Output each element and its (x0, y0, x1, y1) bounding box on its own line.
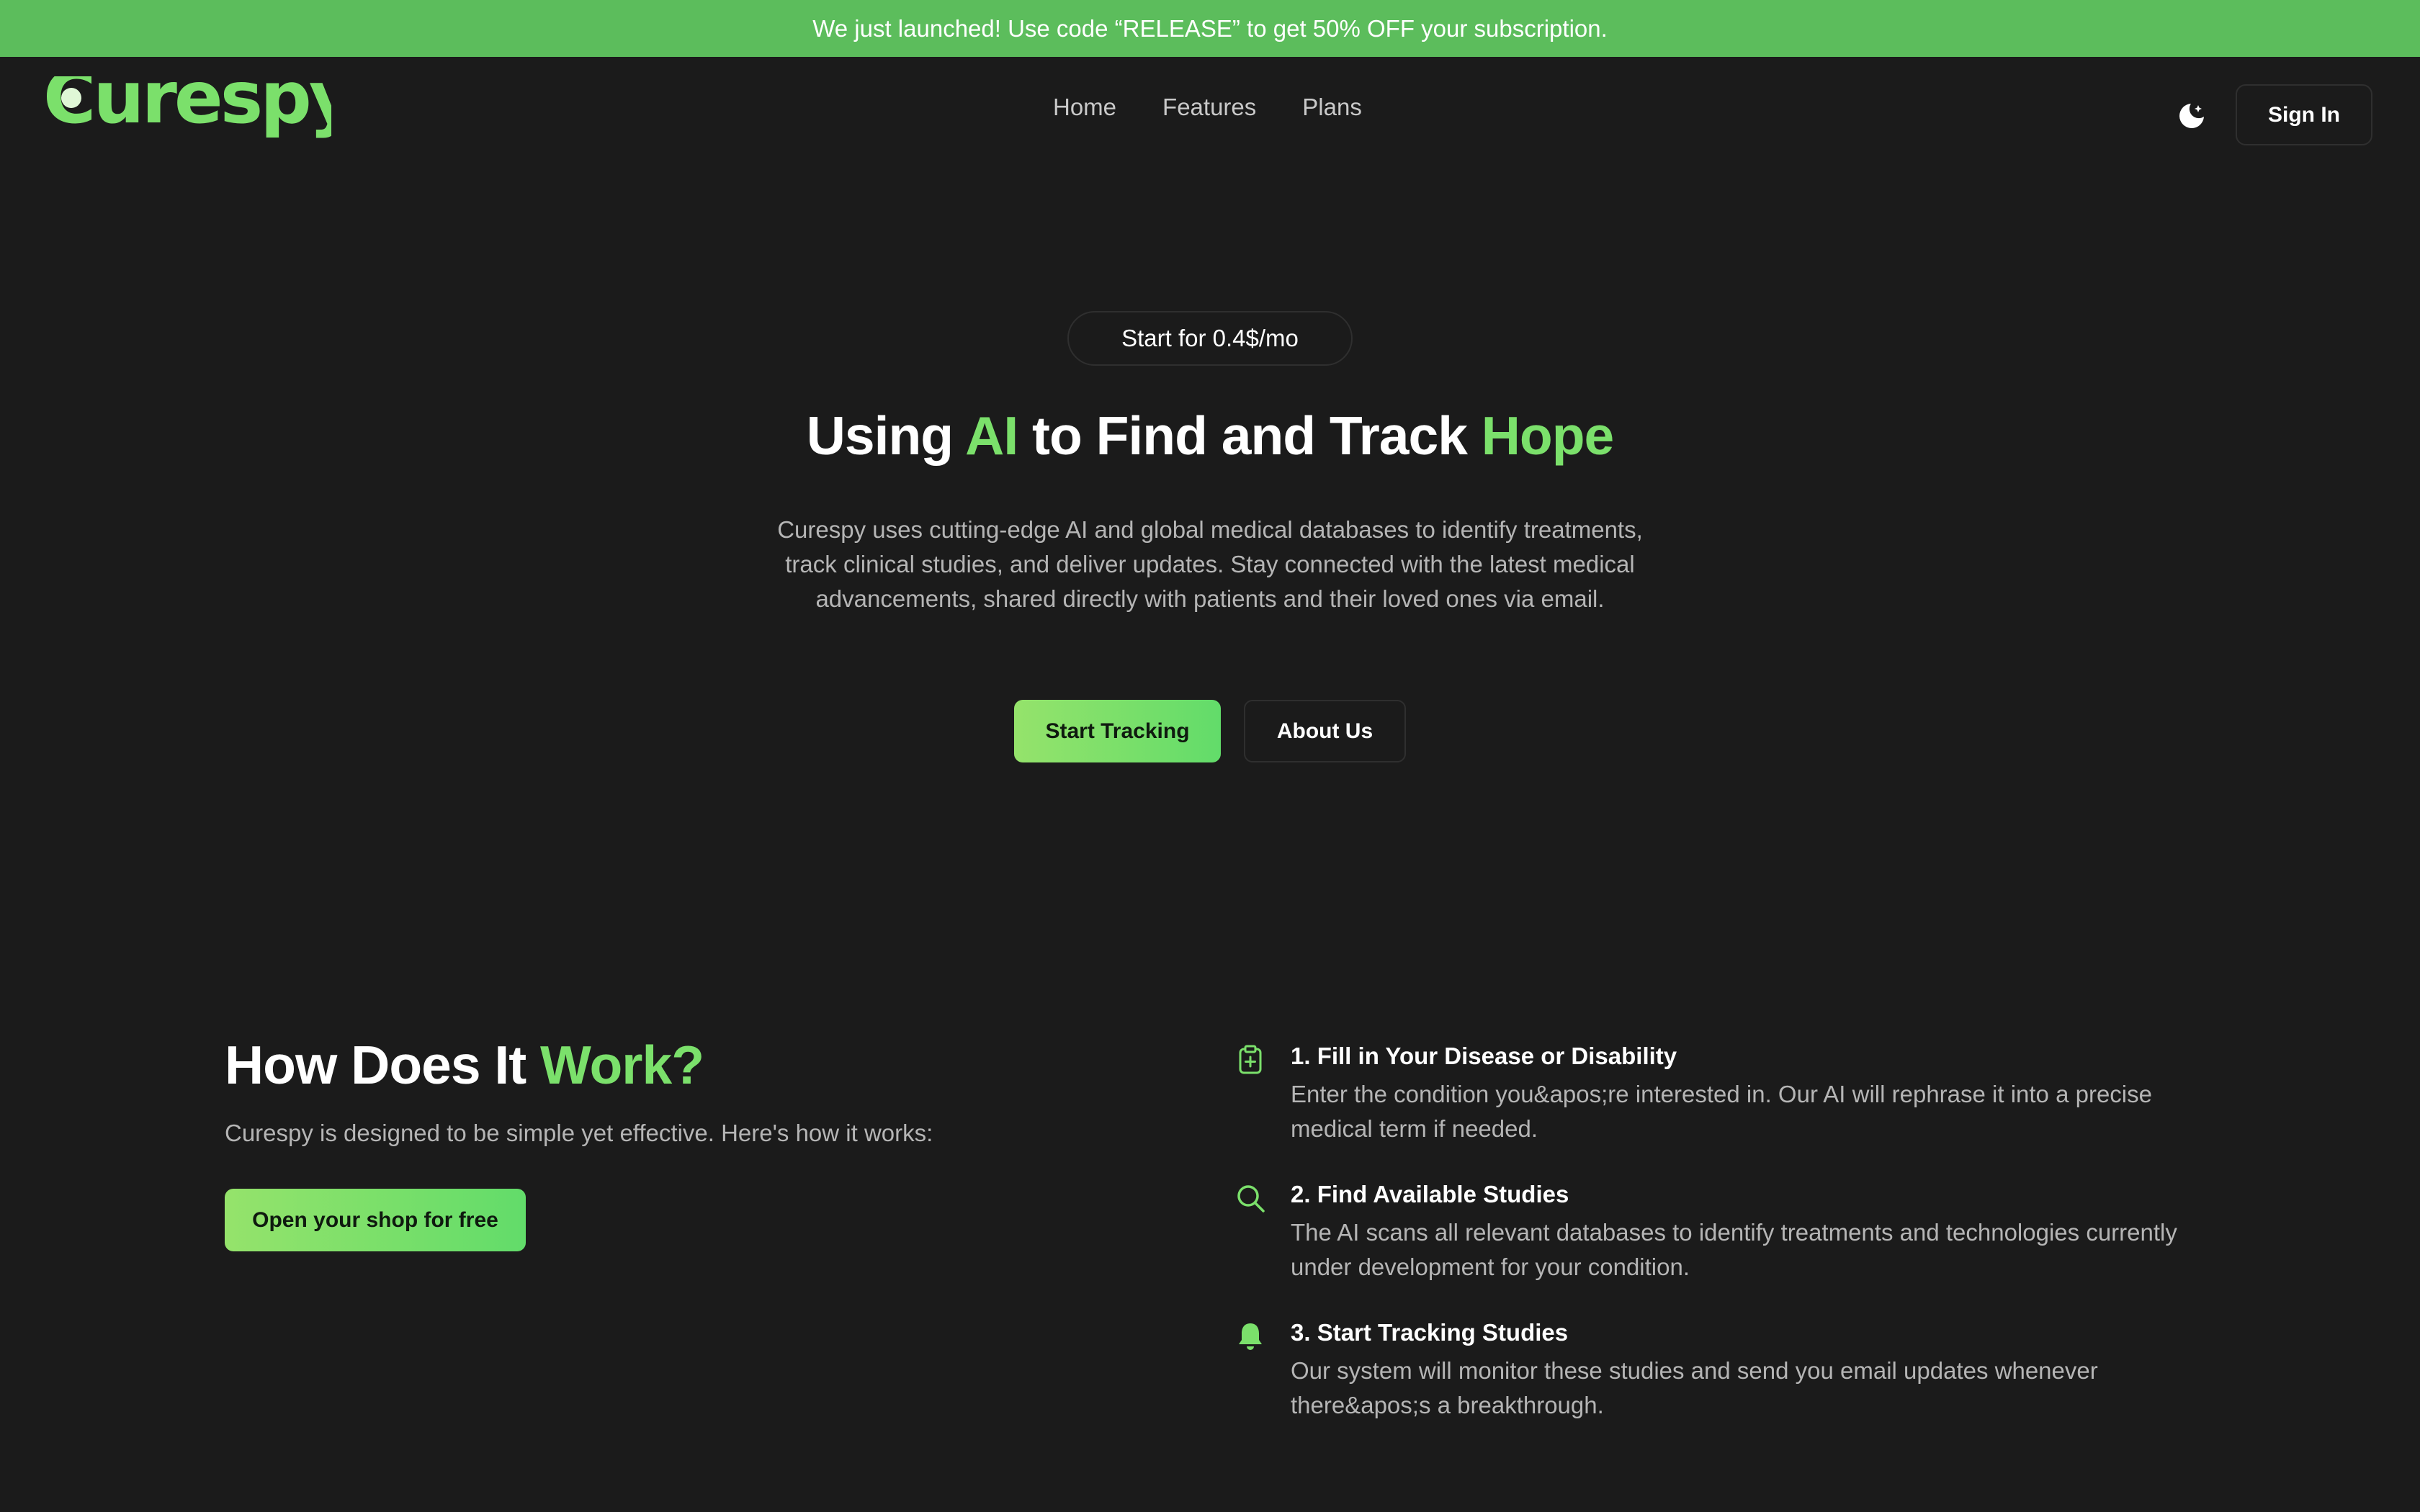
step-title: 3. Start Tracking Studies (1291, 1319, 1569, 1346)
bell-icon (1239, 1323, 1262, 1350)
announcement-text: We just launched! Use code “RELEASE” to … (812, 14, 1608, 42)
how-title-part: How Does It (225, 1035, 541, 1095)
open-shop-button[interactable]: Open your shop for free (225, 1189, 526, 1251)
nav-plans[interactable]: Plans (1302, 94, 1362, 121)
main-nav: Home Features Plans (1053, 94, 1362, 121)
search-icon (1237, 1185, 1265, 1212)
step-title: 2. Find Available Studies (1291, 1181, 1569, 1207)
about-us-button[interactable]: About Us (1244, 700, 1406, 762)
step-description: The AI scans all relevant databases to i… (1291, 1219, 2177, 1280)
step-title: 1. Fill in Your Disease or Disability (1291, 1043, 1677, 1069)
how-it-works-title: How Does It Work? (225, 1034, 704, 1096)
hero-title-highlight-ai: AI (965, 405, 1018, 466)
curespy-logo[interactable]: Curespy (43, 55, 358, 156)
nav-features[interactable]: Features (1162, 94, 1256, 121)
theme-toggle-button[interactable] (2177, 101, 2207, 131)
logo-wordmark: Curespy (43, 76, 331, 140)
hero-title-highlight-hope: Hope (1481, 405, 1614, 466)
how-title-highlight: Work? (540, 1035, 704, 1095)
announcement-banner: We just launched! Use code “RELEASE” to … (0, 0, 2420, 57)
start-tracking-button[interactable]: Start Tracking (1014, 700, 1221, 762)
hero-title-part: to Find and Track (1018, 405, 1482, 466)
sign-in-button[interactable]: Sign In (2236, 84, 2372, 145)
moon-icon (2179, 104, 2204, 128)
step-description: Enter the condition you&apos;re interest… (1291, 1081, 2152, 1142)
step-description: Our system will monitor these studies an… (1291, 1357, 2098, 1418)
hero-title-part: Using (806, 405, 966, 466)
hero-title: Using AI to Find and Track Hope (0, 405, 2420, 467)
how-it-works-subtitle: Curespy is designed to be simple yet eff… (225, 1120, 933, 1146)
clipboard-plus-icon (1239, 1045, 1262, 1074)
hero-description: Curespy uses cutting-edge AI and global … (777, 516, 1643, 612)
logo-mark: Curespy (43, 55, 358, 140)
nav-home[interactable]: Home (1053, 94, 1116, 121)
pricing-pill[interactable]: Start for 0.4$/mo (1067, 311, 1353, 366)
